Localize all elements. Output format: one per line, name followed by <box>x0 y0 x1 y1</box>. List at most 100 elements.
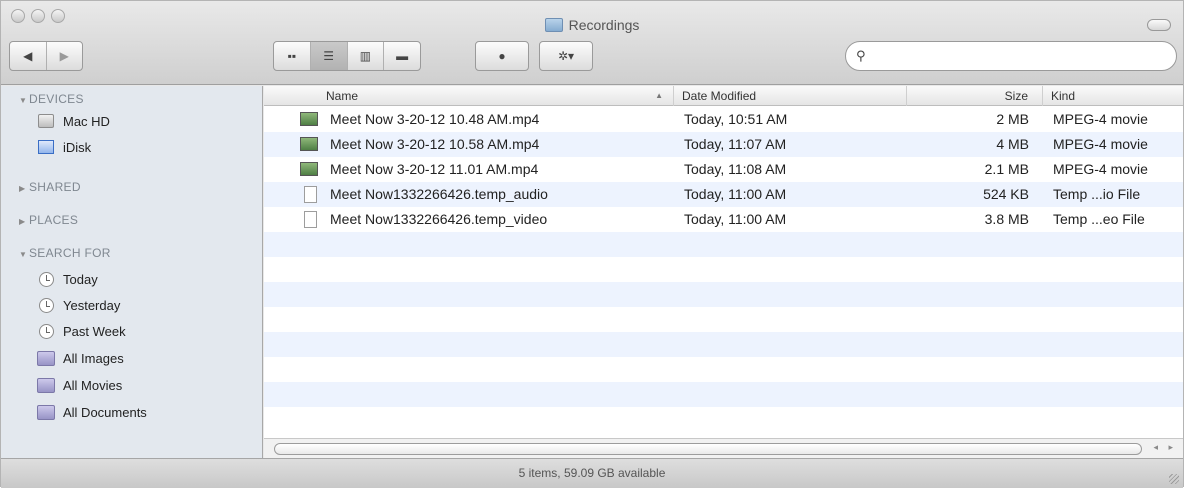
status-bar: 5 items, 59.09 GB available <box>1 458 1183 488</box>
empty-row <box>264 332 1183 357</box>
icon-view-button[interactable]: ▪▪ <box>274 42 311 70</box>
back-button[interactable]: ◀ <box>10 42 47 70</box>
sidebar: ▼ DEVICES Mac HD iDisk ▶ SHARED ▶ PLACES ▼ S… <box>1 86 263 458</box>
sidebar-item-all-movies[interactable]: All Movies <box>37 374 122 396</box>
list-item[interactable]: Meet Now1332266426.temp_audio Today, 11:… <box>264 182 1183 207</box>
disclosure-triangle-icon: ▶ <box>19 184 26 193</box>
sidebar-section-label: PLACES <box>29 213 79 227</box>
back-forward-control: ◀ ▶ <box>9 41 83 71</box>
icon-view-icon: ▪▪ <box>287 49 297 63</box>
movie-icon <box>300 137 318 151</box>
column-header-label: Size <box>1004 89 1028 103</box>
file-name: Meet Now1332266426.temp_audio <box>330 186 548 202</box>
file-date: Today, 10:51 AM <box>684 111 788 127</box>
search-field[interactable]: ⚲ <box>845 41 1177 71</box>
file-size: 2.1 MB <box>984 161 1029 177</box>
search-input[interactable] <box>874 46 1164 66</box>
file-date: Today, 11:08 AM <box>684 161 787 177</box>
list-view-icon: ☰ <box>323 49 334 63</box>
column-header-date-modified[interactable]: Date Modified <box>674 86 907 106</box>
resize-grip-icon[interactable] <box>1169 474 1179 484</box>
sidebar-section-places[interactable]: ▶ PLACES <box>19 213 78 227</box>
list-item[interactable]: Meet Now 3-20-12 10.58 AM.mp4 Today, 11:… <box>264 132 1183 157</box>
smart-folder-icon <box>37 377 55 393</box>
file-name: Meet Now 3-20-12 10.48 AM.mp4 <box>330 111 540 127</box>
list-header: Name ▲ Date Modified Size Kind <box>264 86 1183 106</box>
file-kind: MPEG-4 movie <box>1053 111 1148 127</box>
finder-window: Recordings ◀ ▶ ▪▪ ☰ ▥ ▬ ● ✲▾ ⚲ ▼ DEVICES … <box>0 0 1184 488</box>
column-header-label: Date Modified <box>682 89 757 103</box>
file-name: Meet Now1332266426.temp_video <box>330 211 548 227</box>
horizontal-scrollbar[interactable]: ◂ ▸ <box>264 438 1183 458</box>
empty-row <box>264 407 1183 432</box>
back-arrow-icon: ◀ <box>23 49 33 63</box>
file-kind: MPEG-4 movie <box>1053 136 1148 152</box>
window-title: Recordings <box>1 17 1183 33</box>
sidebar-item-today[interactable]: Today <box>37 268 98 290</box>
document-icon <box>304 186 317 203</box>
empty-row <box>264 257 1183 282</box>
file-kind: Temp ...io File <box>1053 186 1141 202</box>
column-header-size[interactable]: Size <box>907 86 1043 106</box>
sidebar-item-label: Today <box>63 271 98 287</box>
sidebar-item-label: All Images <box>63 350 124 366</box>
quick-look-button[interactable]: ● <box>475 41 529 71</box>
sidebar-item-yesterday[interactable]: Yesterday <box>37 294 120 316</box>
list-item[interactable]: Meet Now 3-20-12 11.01 AM.mp4 Today, 11:… <box>264 157 1183 182</box>
smart-folder-icon <box>37 350 55 366</box>
list-view-button[interactable]: ☰ <box>310 42 348 70</box>
disclosure-triangle-icon: ▶ <box>19 217 26 226</box>
list-item[interactable]: Meet Now1332266426.temp_video Today, 11:… <box>264 207 1183 232</box>
idisk-icon <box>37 139 55 155</box>
sidebar-item-all-documents[interactable]: All Documents <box>37 401 147 423</box>
sidebar-section-label: SEARCH FOR <box>29 246 111 260</box>
search-icon: ⚲ <box>856 48 866 63</box>
file-size: 2 MB <box>996 111 1029 127</box>
file-name: Meet Now 3-20-12 11.01 AM.mp4 <box>330 161 539 177</box>
clock-icon <box>37 271 55 287</box>
movie-icon <box>300 162 318 176</box>
column-header-name[interactable]: Name ▲ <box>264 86 674 106</box>
file-size: 524 KB <box>983 186 1029 202</box>
empty-row <box>264 382 1183 407</box>
scrollbar-thumb[interactable] <box>274 443 1142 455</box>
sidebar-section-devices[interactable]: ▼ DEVICES <box>19 92 84 106</box>
sidebar-section-search-for[interactable]: ▼ SEARCH FOR <box>19 246 111 260</box>
coverflow-view-button[interactable]: ▬ <box>384 42 420 70</box>
sidebar-item-label: Mac HD <box>63 113 110 129</box>
scroll-arrows-icon[interactable]: ◂ ▸ <box>1153 442 1177 453</box>
file-name: Meet Now 3-20-12 10.58 AM.mp4 <box>330 136 540 152</box>
eye-icon: ● <box>498 49 506 63</box>
sidebar-item-label: All Movies <box>63 377 123 393</box>
file-size: 4 MB <box>996 136 1029 152</box>
sidebar-section-label: SHARED <box>29 180 81 194</box>
sidebar-item-mac-hd[interactable]: Mac HD <box>37 110 110 132</box>
forward-arrow-icon: ▶ <box>59 49 69 63</box>
toolbar: Recordings ◀ ▶ ▪▪ ☰ ▥ ▬ ● ✲▾ ⚲ <box>1 1 1183 85</box>
sidebar-section-shared[interactable]: ▶ SHARED <box>19 180 81 194</box>
column-view-button[interactable]: ▥ <box>348 42 385 70</box>
toolbar-toggle-button[interactable] <box>1147 19 1171 31</box>
sidebar-item-all-images[interactable]: All Images <box>37 347 124 369</box>
sidebar-item-past-week[interactable]: Past Week <box>37 320 126 342</box>
file-date: Today, 11:00 AM <box>684 211 787 227</box>
sidebar-section-label: DEVICES <box>29 92 84 106</box>
sidebar-item-idisk[interactable]: iDisk <box>37 136 91 158</box>
sort-ascending-icon: ▲ <box>655 91 663 100</box>
empty-row <box>264 282 1183 307</box>
folder-icon <box>544 18 563 32</box>
gear-icon: ✲▾ <box>557 49 575 63</box>
column-header-kind[interactable]: Kind <box>1043 86 1183 106</box>
empty-row <box>264 357 1183 382</box>
sidebar-item-label: iDisk <box>63 139 92 155</box>
sidebar-item-label: All Documents <box>63 404 147 420</box>
window-title-text: Recordings <box>568 17 640 33</box>
file-kind: Temp ...eo File <box>1053 211 1145 227</box>
document-icon <box>304 211 317 228</box>
list-item[interactable]: Meet Now 3-20-12 10.48 AM.mp4 Today, 10:… <box>264 107 1183 132</box>
empty-row <box>264 232 1183 257</box>
disclosure-triangle-icon: ▼ <box>19 250 28 259</box>
action-menu-button[interactable]: ✲▾ <box>539 41 593 71</box>
forward-button[interactable]: ▶ <box>47 42 83 70</box>
column-header-label: Kind <box>1051 89 1076 103</box>
